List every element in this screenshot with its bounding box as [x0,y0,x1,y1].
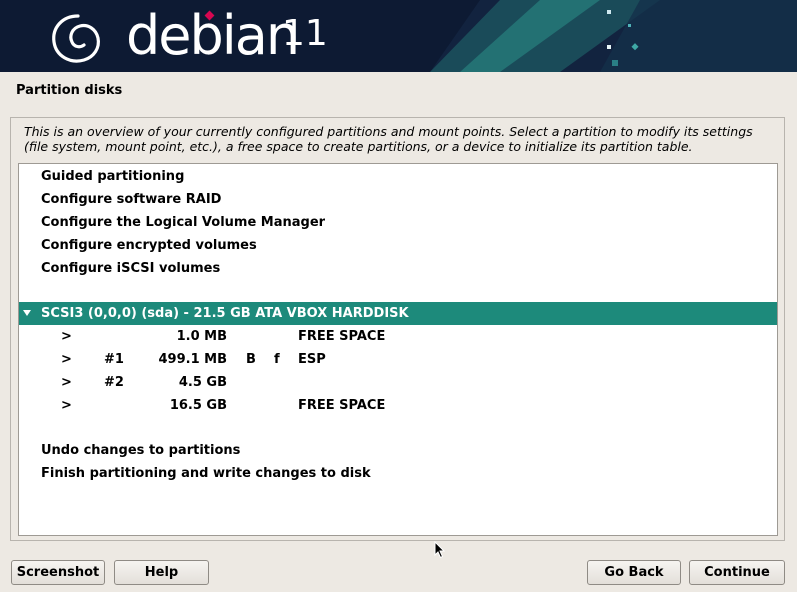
partition-arrow: > [61,398,72,413]
menu-item-label: Configure the Logical Volume Manager [41,215,326,230]
menu-item-finish-partitioning[interactable]: Finish partitioning and write changes to… [19,462,777,485]
menu-item-label: Finish partitioning and write changes to… [41,466,371,481]
partition-description: FREE SPACE [298,329,386,344]
partition-row[interactable]: > 1.0 MB FREE SPACE [19,325,777,348]
menu-item-label: Undo changes to partitions [41,443,241,458]
partition-number: #1 [104,352,124,367]
menu-item-label: Configure encrypted volumes [41,238,257,253]
partition-row[interactable]: > 16.5 GB FREE SPACE [19,394,777,417]
go-back-button[interactable]: Go Back [587,560,681,585]
partition-size: 499.1 MB [158,352,228,367]
debian-swirl-icon [52,14,100,63]
partition-row[interactable]: > #2 4.5 GB [19,371,777,394]
disk-row-sda[interactable]: SCSI3 (0,0,0) (sda) - 21.5 GB ATA VBOX H… [19,302,777,325]
screenshot-button[interactable]: Screenshot [11,560,105,585]
partition-arrow: > [61,375,72,390]
menu-item-encrypted-volumes[interactable]: Configure encrypted volumes [19,234,777,257]
disk-label: SCSI3 (0,0,0) (sda) - 21.5 GB ATA VBOX H… [41,306,409,321]
menu-item-label: Configure software RAID [41,192,222,207]
page-title: Partition disks [16,83,123,98]
debian-banner: debian 11 [0,0,797,72]
partition-size: 4.5 GB [178,375,227,390]
main-panel: This is an overview of your currently co… [10,117,785,541]
mouse-pointer-icon [434,541,446,559]
menu-item-undo-changes[interactable]: Undo changes to partitions [19,439,777,462]
partition-arrow: > [61,329,72,344]
banner-artwork [430,0,797,72]
menu-item-lvm[interactable]: Configure the Logical Volume Manager [19,211,777,234]
menu-item-label: Configure iSCSI volumes [41,261,221,276]
expand-triangle-icon [23,310,31,316]
continue-button[interactable]: Continue [689,560,785,585]
partition-row[interactable]: > #1 499.1 MB B f ESP [19,348,777,371]
menu-item-label: Guided partitioning [41,169,185,184]
help-button[interactable]: Help [114,560,209,585]
brand-version: 11 [282,13,328,54]
help-text: This is an overview of your currently co… [24,124,753,154]
menu-item-software-raid[interactable]: Configure software RAID [19,188,777,211]
menu-item-iscsi-volumes[interactable]: Configure iSCSI volumes [19,257,777,280]
partition-size: 1.0 MB [176,329,227,344]
partition-size: 16.5 GB [169,398,227,413]
partition-arrow: > [61,352,72,367]
partition-flag-b: B [246,352,256,367]
partition-number: #2 [104,375,124,390]
partition-flag-f: f [274,352,280,367]
partition-list[interactable]: Guided partitioning Configure software R… [18,163,778,536]
partition-description: FREE SPACE [298,398,386,413]
partition-description: ESP [298,352,326,367]
menu-item-guided-partitioning[interactable]: Guided partitioning [19,165,777,188]
